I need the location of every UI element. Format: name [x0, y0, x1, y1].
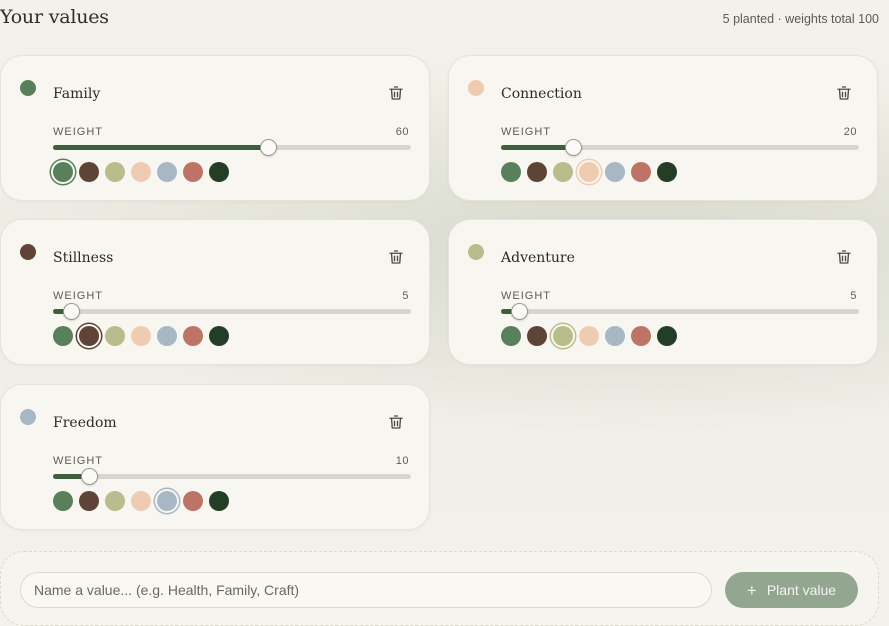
weight-value: 5	[850, 290, 857, 302]
color-swatch[interactable]	[105, 326, 125, 346]
plant-value-label: Plant value	[766, 582, 837, 598]
weight-slider-thumb[interactable]	[564, 139, 582, 156]
value-color-dot	[468, 80, 484, 96]
color-swatch[interactable]	[605, 162, 625, 182]
weight-slider[interactable]	[501, 139, 859, 156]
weight-slider-thumb[interactable]	[80, 468, 98, 485]
weight-slider[interactable]	[53, 139, 411, 156]
weight-slider-thumb[interactable]	[259, 139, 277, 156]
color-swatch[interactable]	[183, 162, 203, 182]
color-swatch[interactable]	[157, 326, 177, 346]
weight-slider-thumb[interactable]	[62, 303, 80, 320]
page-title: Your values	[0, 6, 109, 28]
color-swatch[interactable]	[79, 162, 99, 182]
color-swatch[interactable]	[631, 162, 651, 182]
color-swatch[interactable]	[553, 326, 573, 346]
weight-slider-thumb[interactable]	[510, 303, 528, 320]
color-swatch[interactable]	[53, 162, 73, 182]
color-swatch[interactable]	[501, 326, 521, 346]
color-swatch[interactable]	[79, 491, 99, 511]
color-swatch[interactable]	[183, 326, 203, 346]
color-swatch[interactable]	[53, 326, 73, 346]
value-name-input[interactable]	[20, 572, 712, 608]
color-swatch[interactable]	[53, 491, 73, 511]
trash-icon[interactable]	[835, 84, 853, 102]
weight-slider[interactable]	[53, 303, 411, 320]
color-swatch[interactable]	[501, 162, 521, 182]
color-swatch[interactable]	[157, 491, 177, 511]
trash-icon[interactable]	[387, 413, 405, 431]
color-swatch[interactable]	[131, 162, 151, 182]
planted-summary: 5 planted · weights total 100	[722, 12, 879, 26]
weight-slider[interactable]	[53, 468, 411, 485]
weight-label: WEIGHT	[53, 455, 103, 467]
trash-icon[interactable]	[387, 84, 405, 102]
weight-label: WEIGHT	[501, 126, 551, 138]
trash-icon[interactable]	[387, 248, 405, 266]
value-card: Adventure WEIGHT 5	[448, 219, 878, 365]
weight-slider[interactable]	[501, 303, 859, 320]
weight-slider-fill	[53, 145, 268, 150]
value-name: Adventure	[501, 250, 575, 266]
color-swatch[interactable]	[579, 162, 599, 182]
value-color-dot	[20, 80, 36, 96]
color-swatch[interactable]	[605, 326, 625, 346]
value-card: Freedom WEIGHT 10	[0, 384, 430, 530]
value-name: Connection	[501, 86, 582, 102]
weight-value: 5	[402, 290, 409, 302]
weight-label: WEIGHT	[53, 126, 103, 138]
color-swatch[interactable]	[183, 491, 203, 511]
color-swatch[interactable]	[527, 162, 547, 182]
plus-icon: +	[746, 580, 757, 600]
color-swatch[interactable]	[157, 162, 177, 182]
value-card: Family WEIGHT 60	[0, 55, 430, 201]
weight-slider-fill	[501, 145, 573, 150]
color-swatch[interactable]	[79, 326, 99, 346]
value-color-dot	[468, 244, 484, 260]
weight-value: 10	[395, 455, 409, 467]
value-color-dot	[20, 409, 36, 425]
weight-label: WEIGHT	[501, 290, 551, 302]
value-color-dot	[20, 244, 36, 260]
weight-value: 60	[395, 126, 409, 138]
value-name: Stillness	[53, 250, 114, 266]
color-swatch[interactable]	[631, 326, 651, 346]
value-card: Connection WEIGHT 20	[448, 55, 878, 201]
trash-icon[interactable]	[835, 248, 853, 266]
color-swatch[interactable]	[209, 326, 229, 346]
color-swatch[interactable]	[657, 162, 677, 182]
color-swatch[interactable]	[553, 162, 573, 182]
value-name: Freedom	[53, 415, 117, 431]
plant-value-button[interactable]: + Plant value	[725, 572, 858, 608]
weight-label: WEIGHT	[53, 290, 103, 302]
weight-value: 20	[843, 126, 857, 138]
color-swatch[interactable]	[105, 491, 125, 511]
color-swatch[interactable]	[579, 326, 599, 346]
color-swatch[interactable]	[105, 162, 125, 182]
color-swatch[interactable]	[131, 491, 151, 511]
color-swatch[interactable]	[657, 326, 677, 346]
value-name: Family	[53, 86, 101, 102]
color-swatch[interactable]	[209, 491, 229, 511]
color-swatch[interactable]	[131, 326, 151, 346]
value-card: Stillness WEIGHT 5	[0, 219, 430, 365]
color-swatch[interactable]	[527, 326, 547, 346]
color-swatch[interactable]	[209, 162, 229, 182]
